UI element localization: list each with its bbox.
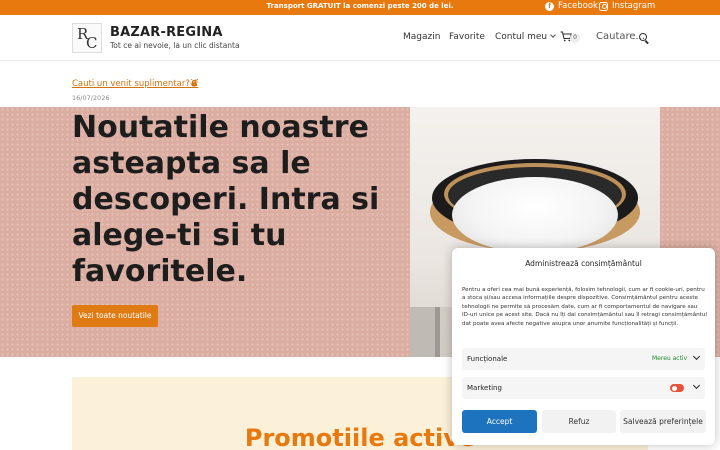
always-active-status: Mereu activ	[652, 355, 688, 362]
consent-title: Administrează consimțământul	[525, 259, 642, 268]
site-logo[interactable]: R C	[72, 23, 102, 53]
marketing-toggle[interactable]	[670, 384, 684, 392]
save-preferences-button[interactable]: Salvează preferințele	[620, 410, 706, 433]
refuse-button[interactable]: Refuz	[542, 410, 616, 433]
consent-category-label: Funcționale	[467, 355, 508, 363]
search-label[interactable]: Cautare...	[596, 31, 645, 42]
cookie-consent-dialog: Administrează consimțământul Pentru a of…	[452, 248, 715, 445]
site-header: R C BAZAR-REGINA Tot ce ai nevoie, la un…	[0, 15, 720, 61]
instagram-link[interactable]: Instagram	[599, 1, 655, 11]
consent-description: Pentru a oferi cea mai bună experiență, …	[462, 287, 707, 327]
nav-magazin[interactable]: Magazin	[403, 32, 440, 42]
site-tagline: Tot ce ai nevoie, la un clic distanta	[110, 41, 240, 50]
nav-favorite[interactable]: Favorite	[449, 32, 485, 42]
post-date: 16/07/2026	[72, 94, 110, 102]
page: Transport GRATUIT la comenzi peste 200 d…	[0, 0, 720, 450]
extra-income-link[interactable]: Cauti un venit suplimentar?⛇	[72, 78, 198, 90]
view-new-arrivals-button[interactable]: Vezi toate noutatile	[72, 305, 158, 327]
instagram-label: Instagram	[612, 1, 656, 11]
accept-button[interactable]: Accept	[462, 410, 537, 433]
search-icon[interactable]	[639, 33, 647, 41]
top-announcement-bar: Transport GRATUIT la comenzi peste 200 d…	[0, 0, 720, 15]
chevron-down-icon	[550, 32, 556, 38]
nav-account-label: Contul meu	[495, 32, 548, 42]
logo-letter-c: C	[86, 34, 98, 52]
site-brand-name[interactable]: BAZAR-REGINA	[110, 25, 223, 40]
instagram-icon	[599, 1, 608, 11]
chevron-down-icon[interactable]	[692, 381, 701, 390]
cart-count-badge: 0	[570, 33, 580, 43]
chevron-down-icon[interactable]	[692, 352, 701, 361]
facebook-link[interactable]: f Facebook	[545, 1, 598, 11]
consent-category-label: Marketing	[467, 384, 502, 392]
facebook-label: Facebook	[558, 1, 598, 11]
lamp-light-disc	[452, 177, 618, 253]
consent-category-marketing[interactable]: Marketing	[462, 377, 705, 399]
nav-account[interactable]: Contul meu	[495, 32, 556, 42]
hero-title: Noutatile noastre asteapta sa le descope…	[72, 110, 380, 289]
consent-category-functional[interactable]: Funcționale Mereu activ	[462, 348, 705, 370]
facebook-icon: f	[545, 1, 554, 11]
